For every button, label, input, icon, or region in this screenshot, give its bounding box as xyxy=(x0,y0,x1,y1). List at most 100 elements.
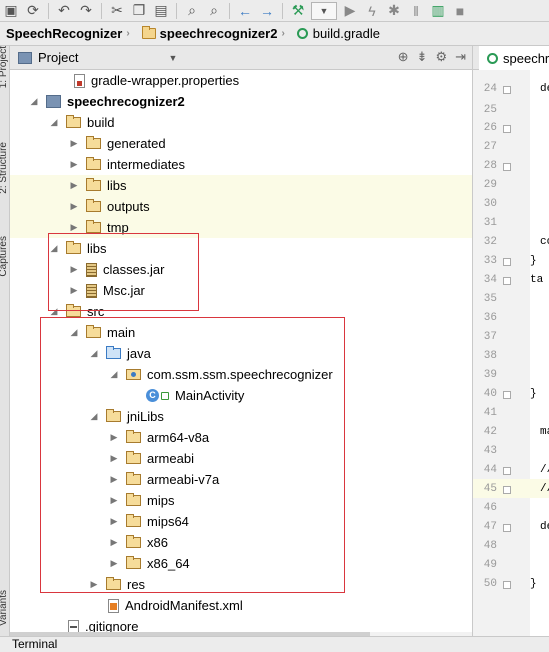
collapsed-arrow-icon[interactable]: ▶ xyxy=(108,495,120,506)
main-toolbar: ▣ ⟳ ↶ ↷ ✂ ❐ ▤ ⌕ ⌕ ← → ⚒ ▼ ▶ ϟ ✱ ‖ ▥ ■ xyxy=(0,0,549,22)
debug-icon[interactable]: ϟ xyxy=(361,1,383,21)
sdk-manager-icon[interactable]: ▥ xyxy=(427,1,449,21)
collapsed-arrow-icon[interactable]: ▶ xyxy=(68,138,80,149)
expanded-arrow-icon[interactable]: ◢ xyxy=(88,411,100,422)
save-icon[interactable]: ▣ xyxy=(0,1,22,21)
collapsed-arrow-icon[interactable]: ▶ xyxy=(108,558,120,569)
project-view-selector[interactable]: Project xyxy=(38,50,78,65)
tree-row-intermediates[interactable]: ▶ intermediates xyxy=(10,154,472,175)
collapsed-arrow-icon[interactable]: ▶ xyxy=(108,537,120,548)
fold-marker-icon[interactable] xyxy=(503,524,511,532)
collapsed-arrow-icon[interactable]: ▶ xyxy=(108,432,120,443)
tree-row-res[interactable]: ▶ res xyxy=(10,574,472,595)
tree-row-gitignore[interactable]: .gitignore xyxy=(10,616,472,632)
build-variants-tool-tab[interactable]: Variants xyxy=(0,590,9,626)
hide-icon[interactable]: ⇥ xyxy=(455,49,466,65)
tree-row-androidmanifest[interactable]: AndroidManifest.xml xyxy=(10,595,472,616)
redo-icon[interactable]: ↷ xyxy=(75,1,97,21)
fold-marker-icon[interactable] xyxy=(503,486,511,494)
tree-row-label: x86_64 xyxy=(147,556,190,571)
expanded-arrow-icon[interactable]: ◢ xyxy=(108,369,120,380)
collapsed-arrow-icon[interactable]: ▶ xyxy=(108,516,120,527)
fold-marker-icon[interactable] xyxy=(503,467,511,475)
collapsed-arrow-icon[interactable]: ▶ xyxy=(68,201,80,212)
tree-row-src[interactable]: ◢ src xyxy=(10,301,472,322)
captures-tool-tab[interactable]: Captures xyxy=(0,236,9,277)
run-icon[interactable]: ▶ xyxy=(339,1,361,21)
tree-row-build[interactable]: ◢ build xyxy=(10,112,472,133)
tree-row-speechrecognizer2[interactable]: ◢ speechrecognizer2 xyxy=(10,91,472,112)
fold-marker-icon[interactable] xyxy=(503,163,511,171)
tree-row-jnilibs[interactable]: ◢ jniLibs xyxy=(10,406,472,427)
tree-row-mainactivity[interactable]: C MainActivity xyxy=(10,385,472,406)
tree-row-tmp[interactable]: ▶ tmp xyxy=(10,217,472,238)
collapsed-arrow-icon[interactable]: ▶ xyxy=(68,180,80,191)
tree-row-libs[interactable]: ◢ libs xyxy=(10,238,472,259)
tree-row-java[interactable]: ◢ java xyxy=(10,343,472,364)
paste-icon[interactable]: ▤ xyxy=(150,1,172,21)
fold-marker-icon[interactable] xyxy=(503,391,511,399)
fold-marker-icon[interactable] xyxy=(503,125,511,133)
target-icon[interactable]: ⊕ xyxy=(398,49,409,65)
tree-row-package[interactable]: ◢ com.ssm.ssm.speechrecognizer xyxy=(10,364,472,385)
find-icon[interactable]: ⌕ xyxy=(181,1,203,21)
collapsed-arrow-icon[interactable]: ▶ xyxy=(108,474,120,485)
code-editor[interactable]: de co } ta } ma // // de } xyxy=(530,70,549,636)
tree-row-arm64-v8a[interactable]: ▶ arm64-v8a xyxy=(10,427,472,448)
cut-icon[interactable]: ✂ xyxy=(106,1,128,21)
project-tool-tab[interactable]: 1: Project xyxy=(0,46,9,88)
collapsed-arrow-icon[interactable]: ▶ xyxy=(88,579,100,590)
expanded-arrow-icon[interactable]: ◢ xyxy=(48,306,60,317)
expanded-arrow-icon[interactable]: ◢ xyxy=(28,96,40,107)
tree-row-gradle-wrapper-properties[interactable]: gradle-wrapper.properties xyxy=(10,70,472,91)
fold-marker-icon[interactable] xyxy=(503,86,511,94)
tree-row-armeabi[interactable]: ▶ armeabi xyxy=(10,448,472,469)
collapsed-arrow-icon[interactable]: ▶ xyxy=(68,285,80,296)
attach-icon[interactable]: ✱ xyxy=(383,1,405,21)
collapse-all-icon[interactable]: ⇟ xyxy=(417,49,428,65)
tree-row-main[interactable]: ◢ main xyxy=(10,322,472,343)
tree-row-build-libs[interactable]: ▶ libs xyxy=(10,175,472,196)
replace-icon[interactable]: ⌕ xyxy=(203,1,225,21)
undo-icon[interactable]: ↶ xyxy=(53,1,75,21)
structure-tool-tab[interactable]: 2: Structure xyxy=(0,142,9,194)
tree-row-armeabi-v7a[interactable]: ▶ armeabi-v7a xyxy=(10,469,472,490)
expanded-arrow-icon[interactable]: ◢ xyxy=(68,327,80,338)
breadcrumb-project[interactable]: SpeechRecognizer › xyxy=(0,22,136,46)
copy-icon[interactable]: ❐ xyxy=(128,1,150,21)
collapsed-arrow-icon[interactable]: ▶ xyxy=(108,453,120,464)
breadcrumb-module[interactable]: speechrecognizer2 › xyxy=(136,22,291,46)
expanded-arrow-icon[interactable]: ◢ xyxy=(48,117,60,128)
settings-icon[interactable]: ⚙ xyxy=(435,49,447,65)
profile-icon[interactable]: ‖ xyxy=(405,1,427,21)
sync-icon[interactable]: ⟳ xyxy=(22,1,44,21)
back-icon[interactable]: ← xyxy=(234,1,256,21)
chevron-down-icon[interactable]: ▼ xyxy=(168,53,177,63)
tree-row-x86-64[interactable]: ▶ x86_64 xyxy=(10,553,472,574)
terminal-tool-tab[interactable]: Terminal xyxy=(12,637,57,651)
editor-tab-build-gradle[interactable]: speechrecognizer2 xyxy=(479,46,549,70)
tree-row-mips64[interactable]: ▶ mips64 xyxy=(10,511,472,532)
tree-row-outputs[interactable]: ▶ outputs xyxy=(10,196,472,217)
fold-marker-icon[interactable] xyxy=(503,581,511,589)
tree-row-label: AndroidManifest.xml xyxy=(125,598,243,613)
fold-marker-icon[interactable] xyxy=(503,277,511,285)
run-config-dropdown[interactable]: ▼ xyxy=(311,1,337,20)
tree-row-msc-jar[interactable]: ▶ Msc.jar xyxy=(10,280,472,301)
collapsed-arrow-icon[interactable]: ▶ xyxy=(68,159,80,170)
tree-row-label: classes.jar xyxy=(103,262,165,277)
expanded-arrow-icon[interactable]: ◢ xyxy=(88,348,100,359)
tree-row-x86[interactable]: ▶ x86 xyxy=(10,532,472,553)
collapsed-arrow-icon[interactable]: ▶ xyxy=(68,222,80,233)
collapsed-arrow-icon[interactable]: ▶ xyxy=(68,264,80,275)
tree-row-generated[interactable]: ▶ generated xyxy=(10,133,472,154)
tree-row-classes-jar[interactable]: ▶ classes.jar xyxy=(10,259,472,280)
fold-marker-icon[interactable] xyxy=(503,258,511,266)
tree-row-label: outputs xyxy=(107,199,150,214)
expanded-arrow-icon[interactable]: ◢ xyxy=(48,243,60,254)
forward-icon[interactable]: → xyxy=(256,1,278,21)
build-icon[interactable]: ⚒ xyxy=(287,1,309,21)
tree-row-mips[interactable]: ▶ mips xyxy=(10,490,472,511)
stop-icon[interactable]: ■ xyxy=(449,1,471,21)
breadcrumb-file[interactable]: build.gradle xyxy=(291,22,386,46)
